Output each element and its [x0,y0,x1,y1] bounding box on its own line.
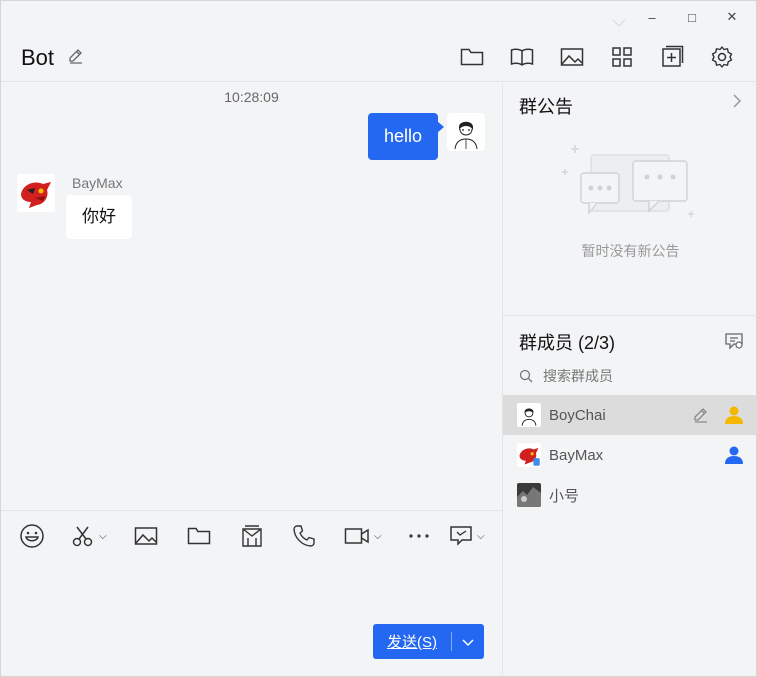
chevron-down-icon[interactable]: ⌵ [374,531,382,542]
message-input-area[interactable]: ⌵ ⌵ ⌵ 发送(S) [1,510,502,677]
announcement-title[interactable]: 群公告 [519,93,573,119]
window-controls: – □ ✕ [632,5,752,29]
owner-icon [725,406,743,424]
close-button[interactable]: ✕ [712,5,752,29]
image-icon[interactable] [559,45,585,69]
member-name: BayMax [549,446,604,464]
member-manage-icon[interactable] [724,331,744,351]
message-timestamp: 10:28:09 [224,89,279,105]
phone-icon[interactable] [292,523,316,549]
minimize-button[interactable]: – [632,5,672,29]
member-search[interactable] [519,365,744,387]
send-button[interactable]: 发送(S) [373,624,484,659]
member-list-item[interactable]: BayMax [503,435,757,475]
apps-grid-icon[interactable] [609,45,635,69]
red-packet-icon[interactable] [240,523,264,549]
avatar [517,403,541,427]
folder-icon[interactable] [459,45,485,69]
chevron-down-icon[interactable] [610,17,628,29]
member-search-input[interactable] [543,368,733,384]
search-icon [519,369,533,383]
maximize-button[interactable]: □ [672,5,712,29]
send-label[interactable]: 发送(S) [373,631,451,652]
gear-icon[interactable] [709,45,735,69]
announcement-empty-text: 暂时没有新公告 [581,243,680,259]
chat-header: Bot [1,35,757,82]
add-square-icon[interactable] [659,45,685,69]
chevron-right-icon[interactable] [730,93,744,109]
empty-announcement-illustration [562,145,694,217]
message-bubble-incoming[interactable]: 你好 [66,195,132,239]
avatar[interactable] [447,113,485,151]
group-info-panel: 群公告 暂时没有新公告 群成员 (2/3) 搜索群成员 BoyChai BayM… [503,83,757,677]
emoji-icon[interactable] [19,523,45,549]
chevron-down-icon[interactable]: ⌵ [99,531,107,542]
chat-window: – □ ✕ Bot 10:28:09 hello BayMax 你好 ⌵ ⌵ ⌵… [0,0,757,677]
avatar [517,483,541,507]
divider [503,315,757,316]
avatar[interactable] [17,174,55,212]
member-list-item[interactable]: BoyChai [503,395,757,435]
member-name: 小号 [549,487,580,505]
admin-icon [725,446,743,464]
members-title: 群成员 (2/3) [519,333,616,353]
folder-icon[interactable] [187,523,211,549]
sender-name: BayMax [72,175,123,191]
pencil-icon[interactable] [692,406,710,424]
book-icon[interactable] [509,45,535,69]
scissors-icon[interactable]: ⌵ [71,523,107,549]
send-options-dropdown[interactable] [452,637,484,647]
member-name: BoyChai [549,406,606,424]
chevron-down-icon [462,638,474,646]
pencil-icon[interactable] [67,47,85,65]
member-list-item[interactable]: 小号 [503,475,757,515]
chat-title: Bot [21,45,55,70]
video-icon[interactable]: ⌵ [344,523,382,549]
message-list[interactable]: 10:28:09 hello BayMax 你好 [1,83,502,510]
chevron-down-icon[interactable]: ⌵ [477,531,485,542]
image-icon[interactable] [134,523,158,549]
chat-bubble-icon[interactable]: ⌵ [449,523,485,549]
avatar [517,443,541,467]
message-bubble-outgoing[interactable]: hello [367,113,445,160]
more-icon[interactable] [408,523,430,549]
